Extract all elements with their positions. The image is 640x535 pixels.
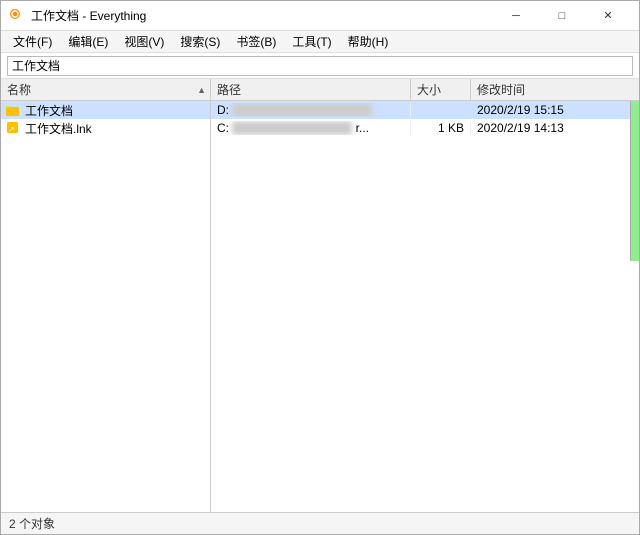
file-list: 工作文档 ↗ 工作文档.lnk <box>1 101 210 512</box>
modified-column-header[interactable]: 修改时间 <box>471 79 639 100</box>
menu-file[interactable]: 文件(F) <box>5 31 60 52</box>
main-content: 名称 ▲ 工作文档 <box>1 79 639 512</box>
right-column-headers: 路径 大小 修改时间 <box>211 79 639 101</box>
maximize-button[interactable]: □ <box>539 1 585 31</box>
name-column-header[interactable]: 名称 ▲ <box>1 79 210 101</box>
right-panel: 路径 大小 修改时间 D: 2020/2/19 15:15 <box>211 79 639 512</box>
menu-help[interactable]: 帮助(H) <box>340 31 397 52</box>
scroll-indicator <box>630 101 639 261</box>
app-icon <box>9 8 25 24</box>
menu-view[interactable]: 视图(V) <box>116 31 172 52</box>
shortcut-icon: ↗ <box>5 120 21 136</box>
table-row[interactable]: D: 2020/2/19 15:15 <box>211 101 639 119</box>
title-bar: 工作文档 - Everything ─ □ ✕ <box>1 1 639 31</box>
status-bar: 2 个对象 <box>1 512 639 534</box>
path-cell: D: <box>211 103 411 117</box>
main-window: 工作文档 - Everything ─ □ ✕ 文件(F) 编辑(E) 视图(V… <box>0 0 640 535</box>
path-cell: C: r... <box>211 121 411 135</box>
sort-arrow-icon: ▲ <box>197 85 206 95</box>
search-bar <box>1 53 639 79</box>
name-column-label: 名称 <box>5 81 193 98</box>
list-item[interactable]: 工作文档 <box>1 101 210 119</box>
modified-cell: 2020/2/19 14:13 <box>471 121 639 135</box>
size-cell: 1 KB <box>411 121 471 135</box>
list-item[interactable]: ↗ 工作文档.lnk <box>1 119 210 137</box>
window-title: 工作文档 - Everything <box>31 7 493 24</box>
path-column-header[interactable]: 路径 <box>211 79 411 100</box>
menu-bookmarks[interactable]: 书签(B) <box>228 31 284 52</box>
menu-bar: 文件(F) 编辑(E) 视图(V) 搜索(S) 书签(B) 工具(T) 帮助(H… <box>1 31 639 53</box>
table-row[interactable]: C: r... 1 KB 2020/2/19 14:13 <box>211 119 639 137</box>
left-panel: 名称 ▲ 工作文档 <box>1 79 211 512</box>
menu-tools[interactable]: 工具(T) <box>284 31 339 52</box>
window-controls: ─ □ ✕ <box>493 1 631 31</box>
menu-edit[interactable]: 编辑(E) <box>60 31 116 52</box>
menu-search[interactable]: 搜索(S) <box>172 31 228 52</box>
folder-icon <box>5 102 21 118</box>
close-button[interactable]: ✕ <box>585 1 631 31</box>
size-column-header[interactable]: 大小 <box>411 79 471 100</box>
search-input[interactable] <box>7 56 633 76</box>
status-text: 2 个对象 <box>9 515 55 532</box>
minimize-button[interactable]: ─ <box>493 1 539 31</box>
right-file-list: D: 2020/2/19 15:15 C: r... 1 KB <box>211 101 639 512</box>
modified-cell: 2020/2/19 15:15 <box>471 103 639 117</box>
file-name-label: 工作文档 <box>25 102 73 119</box>
file-name-label: 工作文档.lnk <box>25 120 92 137</box>
svg-text:↗: ↗ <box>8 125 15 134</box>
